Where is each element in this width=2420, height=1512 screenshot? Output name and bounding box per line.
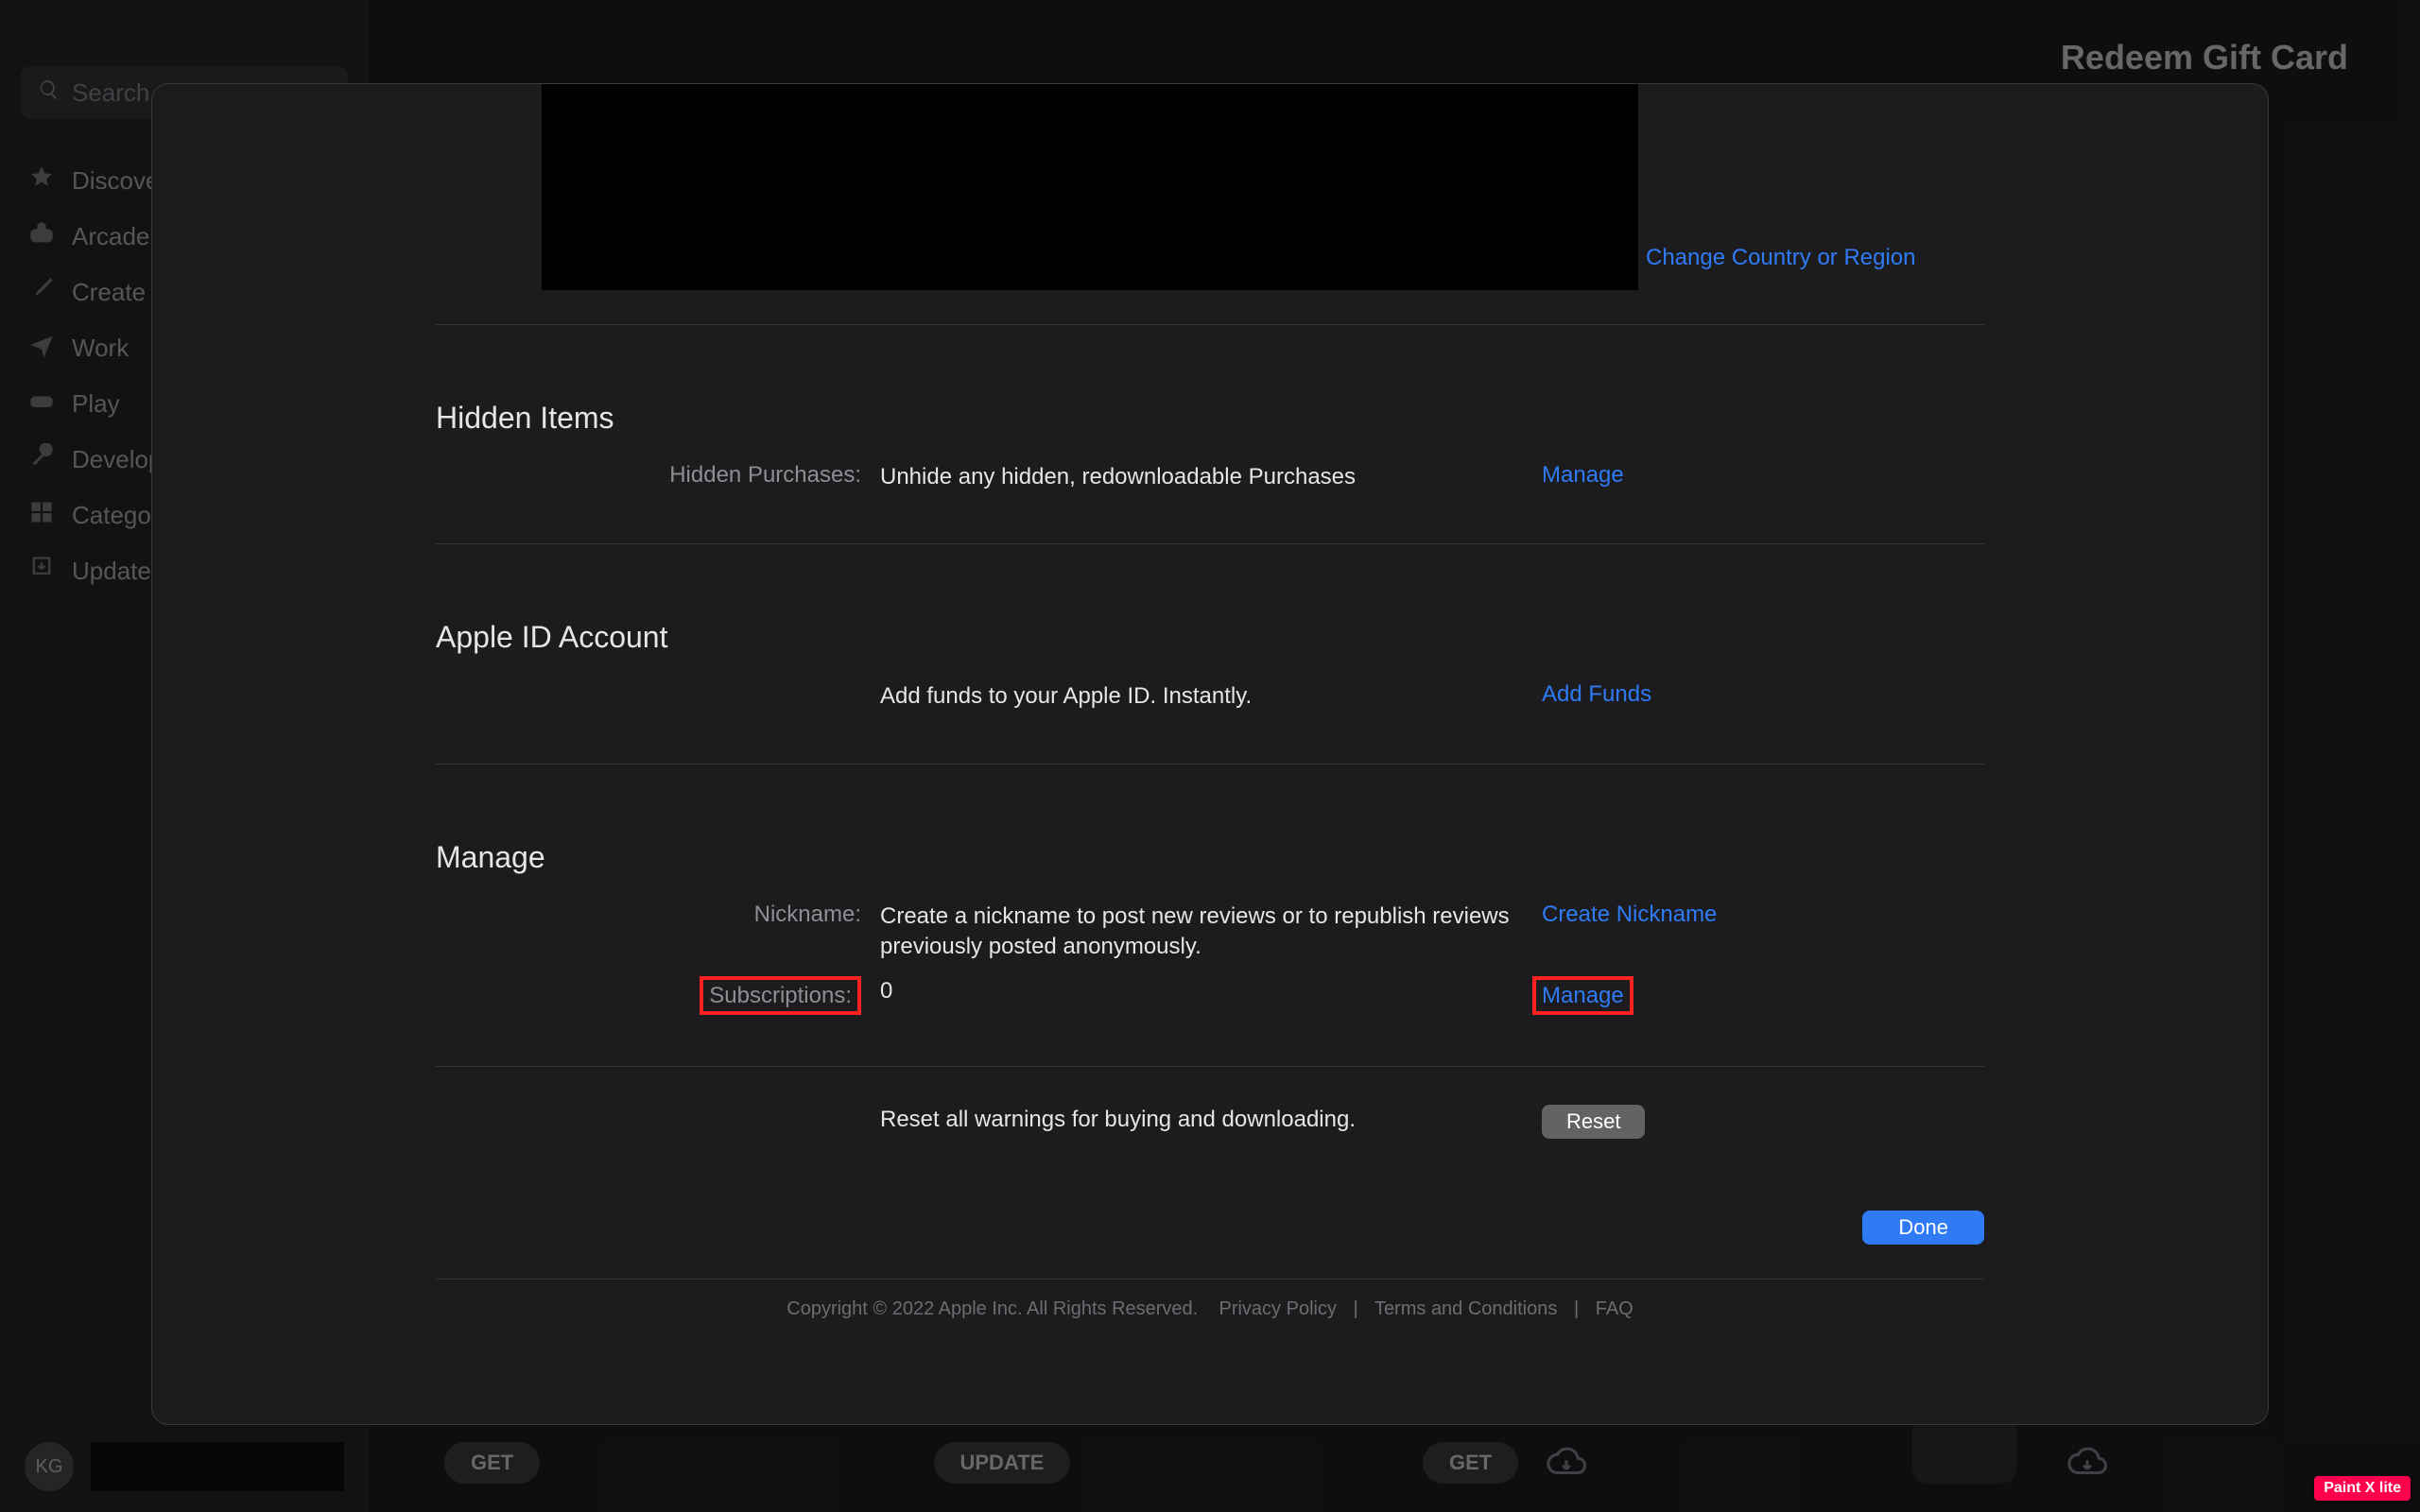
subscriptions-manage-link[interactable]: Manage [1542, 983, 1624, 1008]
subscriptions-value: 0 [880, 976, 1542, 1006]
add-funds-link[interactable]: Add Funds [1542, 681, 1651, 707]
highlight-subscriptions-manage: Manage [1532, 976, 1634, 1016]
done-row: Done [436, 1190, 1984, 1279]
sheet-footer: Copyright © 2022 Apple Inc. All Rights R… [436, 1279, 1984, 1339]
hidden-purchases-value: Unhide any hidden, redownloadable Purcha… [880, 462, 1542, 492]
section-reset: Reset all warnings for buying and downlo… [436, 1067, 1984, 1190]
nickname-value: Create a nickname to post new reviews or… [880, 902, 1542, 963]
faq-link[interactable]: FAQ [1596, 1298, 1634, 1319]
section-title: Apple ID Account [436, 620, 1984, 655]
section-hidden-items: Hidden Items Hidden Purchases: Unhide an… [436, 325, 1984, 543]
privacy-link[interactable]: Privacy Policy [1219, 1298, 1336, 1319]
change-region-link[interactable]: Change Country or Region [1646, 245, 1916, 271]
reset-description: Reset all warnings for buying and downlo… [880, 1105, 1542, 1135]
reset-button[interactable]: Reset [1542, 1105, 1645, 1139]
account-sheet: Change Country or Region Hidden Items Hi… [151, 83, 2269, 1425]
section-manage: Manage Nickname: Create a nickname to po… [436, 765, 1984, 1066]
terms-link[interactable]: Terms and Conditions [1374, 1298, 1557, 1319]
done-button[interactable]: Done [1862, 1211, 1984, 1245]
hidden-manage-link[interactable]: Manage [1542, 462, 1624, 488]
add-funds-value: Add funds to your Apple ID. Instantly. [880, 681, 1542, 712]
copyright-text: Copyright © 2022 Apple Inc. All Rights R… [786, 1298, 1198, 1319]
section-title: Hidden Items [436, 401, 1984, 436]
subscriptions-label: Subscriptions: [436, 976, 880, 1016]
section-title: Manage [436, 840, 1984, 875]
sheet-body: Change Country or Region Hidden Items Hi… [152, 84, 2268, 1424]
section-apple-id: Apple ID Account Add funds to your Apple… [436, 544, 1984, 763]
annotation-badge: Paint X lite [2314, 1476, 2411, 1501]
create-nickname-link[interactable]: Create Nickname [1542, 902, 1717, 927]
nickname-label: Nickname: [436, 902, 880, 928]
highlight-subscriptions-label: Subscriptions: [700, 976, 861, 1016]
hidden-purchases-label: Hidden Purchases: [436, 462, 880, 489]
redacted-header [542, 84, 1638, 290]
